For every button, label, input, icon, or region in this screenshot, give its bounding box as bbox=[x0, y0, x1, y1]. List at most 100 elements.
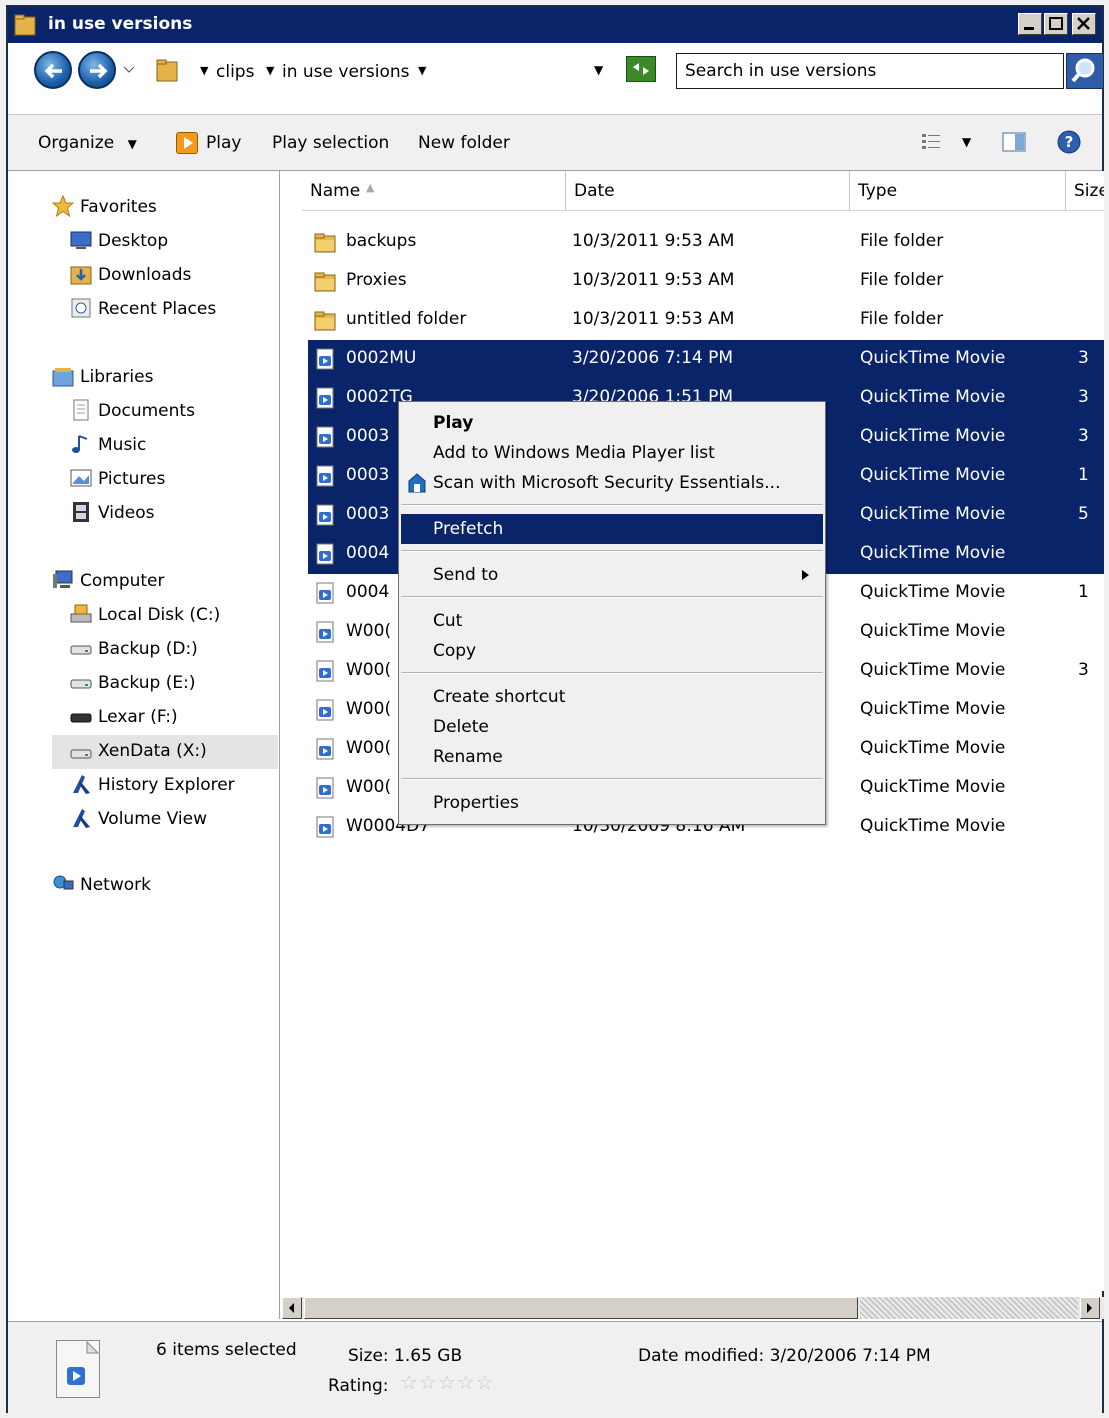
address-bar: ▼ clips ▼ in use versions ▼ ▼ Search in … bbox=[8, 43, 1104, 115]
sort-ascending-icon: ▲ bbox=[366, 181, 375, 194]
close-button[interactable] bbox=[1072, 13, 1096, 35]
menu-item-delete[interactable]: Delete bbox=[401, 712, 823, 742]
menu-item-properties[interactable]: Properties bbox=[401, 788, 823, 818]
play-selection-button[interactable]: Play selection bbox=[272, 133, 389, 153]
drive-icon bbox=[70, 679, 92, 689]
new-folder-button[interactable]: New folder bbox=[418, 133, 510, 153]
quicktime-movie-icon bbox=[314, 777, 336, 799]
chevron-down-icon[interactable]: ▼ bbox=[962, 135, 971, 149]
breadcrumb-item[interactable]: clips bbox=[216, 62, 254, 82]
nav-label: Recent Places bbox=[98, 299, 217, 319]
nav-desktop[interactable]: Desktop bbox=[70, 227, 278, 257]
nav-downloads[interactable]: Downloads bbox=[70, 261, 278, 291]
column-label: Date bbox=[574, 181, 615, 201]
breadcrumb-item[interactable]: in use versions bbox=[282, 62, 410, 82]
file-name: 0003 bbox=[346, 426, 390, 446]
nav-network[interactable]: Network bbox=[52, 871, 278, 901]
search-input[interactable]: Search in use versions bbox=[676, 53, 1064, 89]
chevron-down-icon[interactable]: ▼ bbox=[200, 64, 208, 77]
column-header-type[interactable]: Type bbox=[850, 171, 1066, 211]
file-size: 3 bbox=[1078, 387, 1089, 407]
menu-item-prefetch[interactable]: Prefetch bbox=[401, 514, 823, 544]
horizontal-scrollbar[interactable] bbox=[282, 1297, 1104, 1319]
nav-pictures[interactable]: Pictures bbox=[70, 465, 278, 495]
file-size: 3 bbox=[1078, 348, 1089, 368]
file-name: W00( bbox=[346, 777, 392, 797]
file-date: 10/3/2011 9:53 AM bbox=[572, 231, 735, 251]
file-type: File folder bbox=[860, 309, 944, 329]
column-header-size[interactable]: Size bbox=[1066, 171, 1104, 211]
menu-item-cut[interactable]: Cut bbox=[401, 606, 823, 636]
nav-computer[interactable]: Computer bbox=[52, 567, 278, 597]
title-bar[interactable]: in use versions bbox=[8, 7, 1102, 43]
menu-item-play[interactable]: Play bbox=[401, 408, 823, 438]
table-row[interactable]: untitled folder 10/3/2011 9:53 AM File fol… bbox=[308, 301, 1104, 340]
menu-label: Add to Windows Media Player list bbox=[433, 443, 715, 463]
nav-favorites[interactable]: Favorites bbox=[52, 193, 278, 223]
column-header-name[interactable]: Name ▲ bbox=[302, 171, 566, 211]
downloads-folder-icon bbox=[70, 266, 92, 285]
chevron-down-icon[interactable]: ▼ bbox=[418, 64, 426, 77]
menu-item-send-to[interactable]: Send to bbox=[401, 560, 823, 590]
scrollbar-track[interactable] bbox=[860, 1297, 1078, 1319]
refresh-icon bbox=[626, 56, 656, 82]
folder-icon bbox=[314, 270, 336, 292]
menu-item-create-shortcut[interactable]: Create shortcut bbox=[401, 682, 823, 712]
nav-backup-e[interactable]: Backup (E:) bbox=[70, 669, 278, 699]
forward-button[interactable] bbox=[78, 51, 116, 89]
table-row[interactable]: 0002MU 3/20/2006 7:14 PM QuickTime Movie 3 bbox=[308, 340, 1104, 379]
refresh-button[interactable] bbox=[622, 53, 662, 85]
nav-local-disk-c[interactable]: Local Disk (C:) bbox=[70, 601, 278, 631]
menu-item-scan-mse[interactable]: Scan with Microsoft Security Essentials.… bbox=[401, 468, 823, 498]
nav-recent-places[interactable]: Recent Places bbox=[70, 295, 278, 325]
file-size: 3 bbox=[1078, 426, 1089, 446]
nav-lexar-f[interactable]: Lexar (F:) bbox=[70, 703, 278, 733]
table-row[interactable]: Proxies 10/3/2011 9:53 AM File folder bbox=[308, 262, 1104, 301]
file-type: QuickTime Movie bbox=[860, 621, 1006, 641]
file-type: QuickTime Movie bbox=[860, 465, 1006, 485]
context-menu: Play Add to Windows Media Player list Sc… bbox=[398, 401, 826, 825]
scroll-left-button[interactable] bbox=[282, 1297, 302, 1319]
file-type: QuickTime Movie bbox=[860, 348, 1006, 368]
chevron-down-icon: ▼ bbox=[127, 137, 137, 151]
nav-videos[interactable]: Videos bbox=[70, 499, 278, 529]
organize-button[interactable]: Organize ▼ bbox=[38, 133, 137, 153]
play-icon[interactable] bbox=[176, 132, 198, 154]
nav-label: Pictures bbox=[98, 469, 166, 489]
file-type: QuickTime Movie bbox=[860, 582, 1006, 602]
maximize-button[interactable] bbox=[1044, 13, 1068, 35]
nav-xendata-x[interactable]: XenData (X:) bbox=[52, 735, 278, 769]
quicktime-movie-icon bbox=[314, 426, 336, 448]
nav-backup-d[interactable]: Backup (D:) bbox=[70, 635, 278, 665]
nav-label: Backup (D:) bbox=[98, 639, 198, 659]
scrollbar-thumb[interactable] bbox=[304, 1297, 858, 1319]
recent-pages-dropdown-icon[interactable] bbox=[122, 65, 136, 75]
minimize-icon bbox=[1024, 27, 1034, 30]
nav-music[interactable]: Music bbox=[70, 431, 278, 461]
play-button[interactable]: Play bbox=[206, 133, 241, 153]
nav-volume-view[interactable]: Volume View bbox=[70, 805, 278, 835]
chevron-down-icon[interactable]: ▼ bbox=[266, 64, 274, 77]
quicktime-movie-icon bbox=[314, 621, 336, 643]
minimize-button[interactable] bbox=[1018, 13, 1042, 35]
nav-documents[interactable]: Documents bbox=[70, 397, 278, 427]
rating-stars[interactable]: ☆☆☆☆☆ bbox=[400, 1370, 495, 1394]
help-icon[interactable]: ? bbox=[1056, 129, 1082, 155]
search-button[interactable] bbox=[1066, 53, 1104, 89]
removable-drive-icon bbox=[70, 713, 92, 723]
folder-icon bbox=[314, 309, 336, 331]
nav-libraries[interactable]: Libraries bbox=[52, 363, 278, 393]
window-title: in use versions bbox=[48, 14, 193, 34]
column-header-date[interactable]: Date bbox=[566, 171, 850, 211]
nav-history-explorer[interactable]: History Explorer bbox=[70, 771, 278, 801]
nav-label: Desktop bbox=[98, 231, 169, 251]
back-button[interactable] bbox=[34, 51, 72, 89]
preview-pane-icon[interactable] bbox=[1002, 131, 1028, 153]
address-history-dropdown-icon[interactable]: ▼ bbox=[594, 63, 603, 77]
table-row[interactable]: backups 10/3/2011 9:53 AM File folder bbox=[308, 223, 1104, 262]
menu-item-copy[interactable]: Copy bbox=[401, 636, 823, 666]
menu-item-rename[interactable]: Rename bbox=[401, 742, 823, 772]
menu-item-add-to-wmp[interactable]: Add to Windows Media Player list bbox=[401, 438, 823, 468]
scroll-right-button[interactable] bbox=[1080, 1297, 1100, 1319]
view-options-icon[interactable] bbox=[920, 131, 942, 153]
